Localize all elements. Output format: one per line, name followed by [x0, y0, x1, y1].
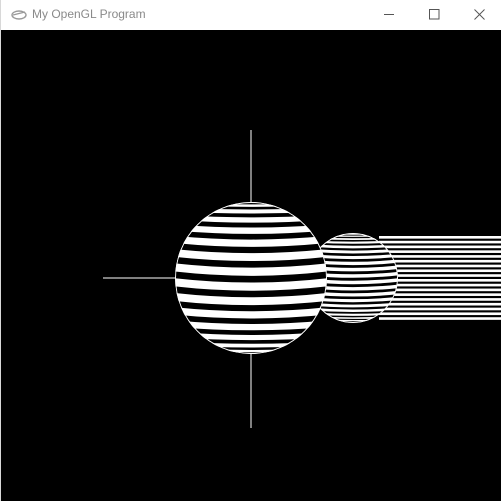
close-icon	[474, 9, 485, 20]
maximize-button[interactable]	[412, 0, 457, 30]
opengl-app-icon	[11, 8, 27, 22]
window-title: My OpenGL Program	[32, 7, 146, 21]
maximize-icon	[429, 9, 440, 20]
minimize-button[interactable]	[367, 0, 412, 30]
title-bar[interactable]: My OpenGL Program	[1, 0, 501, 30]
striped-sphere	[175, 202, 327, 354]
opengl-viewport[interactable]	[1, 30, 501, 501]
scene-svg	[103, 130, 501, 428]
minimize-icon	[384, 14, 394, 15]
app-window: My OpenGL Program	[0, 0, 501, 501]
close-button[interactable]	[457, 0, 501, 30]
